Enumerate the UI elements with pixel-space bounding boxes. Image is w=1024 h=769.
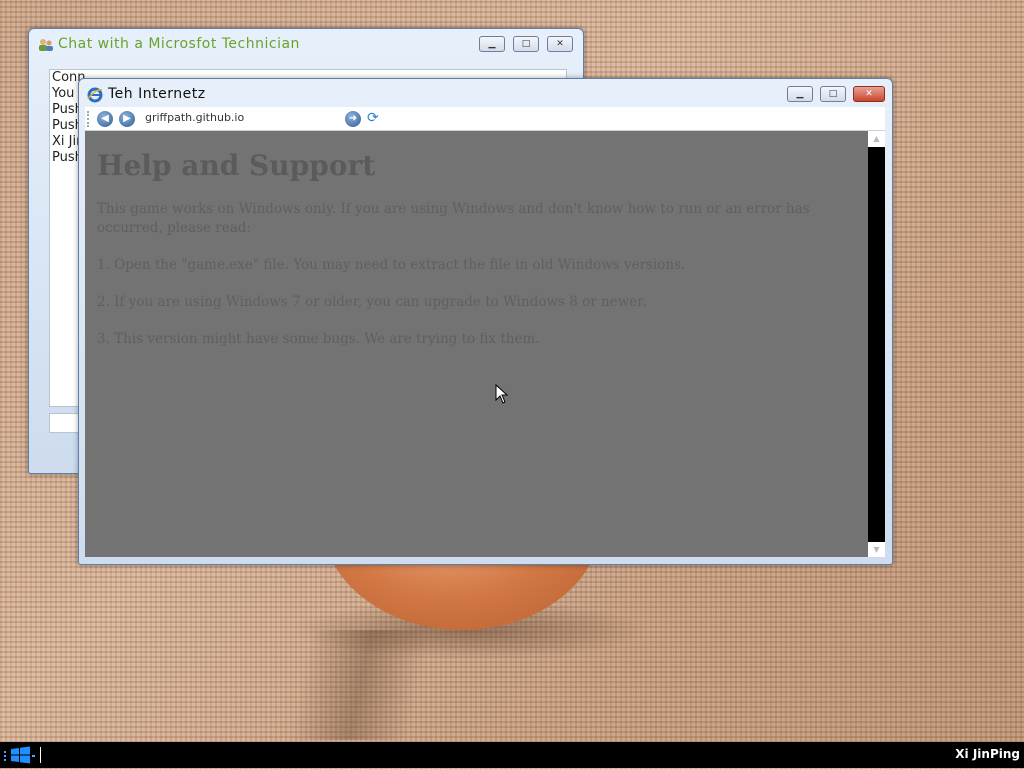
close-button[interactable]: ✕ — [547, 36, 573, 52]
mouse-cursor-icon — [495, 383, 509, 408]
start-button[interactable] — [4, 745, 36, 765]
page-heading: Help and Support — [97, 149, 376, 182]
browser-window[interactable]: Teh Internetz ▁ □ ✕ ◀ ▶ griffpath.github… — [78, 78, 893, 565]
minimize-button[interactable]: ▁ — [479, 36, 505, 52]
browser-title: Teh Internetz — [108, 86, 206, 102]
page-paragraph: This game works on Windows only. If you … — [97, 201, 810, 236]
browser-toolbar: ◀ ▶ griffpath.github.io ➜ ⟳ — [85, 107, 885, 131]
go-arrow-icon[interactable]: ➜ — [345, 111, 361, 127]
back-arrow-icon[interactable]: ◀ — [97, 111, 113, 127]
refresh-icon[interactable]: ⟳ — [367, 110, 383, 126]
toolbar-grip[interactable] — [87, 111, 92, 127]
browser-titlebar[interactable]: Teh Internetz ▁ □ ✕ — [79, 79, 892, 107]
maximize-button[interactable]: □ — [820, 86, 846, 102]
page-paragraph: 1. Open the "game.exe" file. You may nee… — [97, 257, 686, 273]
minimize-button[interactable]: ▁ — [787, 86, 813, 102]
windows-logo-icon — [4, 746, 35, 764]
close-button[interactable]: ✕ — [853, 86, 885, 102]
taskbar: Xi JinPing — [0, 742, 1024, 768]
scroll-up-button[interactable]: ▲ — [868, 131, 885, 147]
user-name: Xi JinPing — [955, 747, 1020, 761]
internet-explorer-icon — [87, 87, 103, 107]
scrollbar-track[interactable] — [868, 147, 885, 542]
web-page-content: Help and Support This game works on Wind… — [85, 131, 868, 557]
address-bar[interactable]: griffpath.github.io — [145, 111, 244, 124]
forward-arrow-icon[interactable]: ▶ — [119, 111, 135, 127]
people-icon — [38, 37, 54, 56]
maximize-button[interactable]: □ — [513, 36, 539, 52]
page-paragraph: 2. If you are using Windows 7 or older, … — [97, 294, 647, 310]
chat-title: Chat with a Microsfot Technician — [58, 36, 300, 52]
page-paragraph: 3. This version might have some bugs. We… — [97, 331, 540, 347]
chat-titlebar[interactable]: Chat with a Microsfot Technician ▁ □ ✕ — [29, 29, 583, 57]
scroll-down-button[interactable]: ▼ — [868, 542, 885, 557]
taskbar-caret — [40, 747, 41, 763]
